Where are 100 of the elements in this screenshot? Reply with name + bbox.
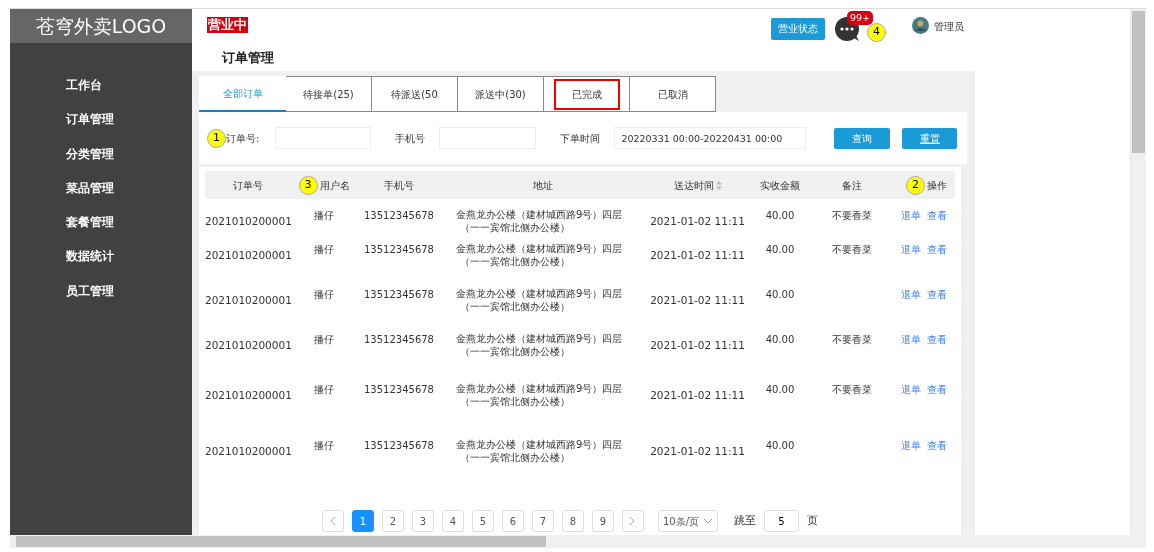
table-cell: 40.00 bbox=[765, 244, 795, 255]
horizontal-scrollbar[interactable] bbox=[10, 535, 1146, 548]
page-jump-field[interactable]: 5 bbox=[764, 510, 800, 532]
table-cell: 40.00 bbox=[765, 210, 795, 221]
refund-link[interactable]: 退单 bbox=[901, 208, 921, 223]
table-cell: 2021010200001 bbox=[205, 249, 292, 261]
prev-page-button[interactable] bbox=[321, 510, 344, 532]
table-cell: 13512345678 bbox=[364, 289, 434, 300]
table-cell: 播仔 bbox=[314, 334, 334, 345]
table-cell: 13512345678 bbox=[364, 334, 434, 345]
filter-label: 手机号 bbox=[395, 131, 426, 146]
annotation-marker: 1 bbox=[207, 128, 226, 148]
caret-icon bbox=[703, 518, 714, 524]
table-cell: 2021-01-02 11:11 bbox=[650, 339, 745, 351]
tab[interactable]: 已完成 bbox=[544, 76, 630, 112]
chevron-left-icon bbox=[329, 516, 337, 526]
column-header: 手机号 bbox=[384, 178, 414, 193]
table-cell: 播仔 bbox=[314, 289, 334, 300]
page-title: 订单管理 bbox=[222, 49, 274, 67]
table-cell: 40.00 bbox=[765, 334, 795, 345]
page-button[interactable]: 2 bbox=[381, 510, 404, 532]
view-link[interactable]: 查看 bbox=[927, 438, 947, 453]
tab[interactable]: 待接单(25) bbox=[286, 76, 372, 112]
address-cell-text: 金燕龙办公楼（建材城西路9号）四层 （一一宾馆北侧办公楼） bbox=[456, 382, 624, 408]
table-cell: 播仔 bbox=[314, 210, 334, 221]
page-button[interactable]: 3 bbox=[411, 510, 434, 532]
table-cell: 播仔 bbox=[314, 244, 334, 255]
tab[interactable]: 待派送(50 bbox=[372, 76, 458, 112]
table-cell: 播仔 bbox=[314, 440, 334, 451]
view-link[interactable]: 查看 bbox=[927, 208, 947, 223]
table-cell: 播仔 bbox=[314, 384, 334, 395]
sidebar-item[interactable]: 套餐管理 bbox=[66, 214, 114, 232]
filter-label: 订单号: bbox=[226, 131, 260, 146]
table-cell: 2021-01-02 11:11 bbox=[650, 389, 745, 401]
column-header: 订单号 bbox=[232, 178, 263, 193]
page-button[interactable]: 7 bbox=[531, 510, 554, 532]
table-cell: 2021-01-02 11:11 bbox=[650, 294, 745, 306]
column-header: 用户名 bbox=[319, 178, 350, 193]
table-cell: 2021-01-02 11:11 bbox=[650, 249, 745, 261]
view-link[interactable]: 查看 bbox=[927, 287, 947, 302]
address-cell-text: 金燕龙办公楼（建材城西路9号）四层 （一一宾馆北侧办公楼） bbox=[456, 332, 624, 358]
page-unit-label: 页 bbox=[807, 512, 819, 529]
table-cell: 13512345678 bbox=[364, 440, 434, 451]
avatar-icon[interactable] bbox=[912, 17, 929, 34]
sidebar-item[interactable]: 分类管理 bbox=[66, 145, 114, 163]
table-cell: 13512345678 bbox=[364, 384, 434, 395]
table-cell: 2021010200001 bbox=[205, 294, 292, 306]
column-header: 备注 bbox=[841, 178, 862, 193]
sort-icon[interactable] bbox=[715, 180, 722, 190]
page-button[interactable]: 6 bbox=[501, 510, 524, 532]
view-link[interactable]: 查看 bbox=[927, 382, 947, 397]
refund-link[interactable]: 退单 bbox=[901, 242, 921, 257]
view-link[interactable]: 查看 bbox=[927, 242, 947, 257]
table-cell: 13512345678 bbox=[364, 244, 434, 255]
jump-label: 跳至 bbox=[734, 512, 757, 529]
table-cell: 40.00 bbox=[765, 289, 795, 300]
status-tag: 营业中 bbox=[207, 17, 248, 33]
chevron-right-icon bbox=[629, 516, 637, 526]
page-size-select[interactable]: 10条/页 bbox=[657, 510, 719, 532]
address-cell-text: 金燕龙办公楼（建材城西路9号）四层 （一一宾馆北侧办公楼） bbox=[456, 208, 624, 234]
column-header[interactable]: 送达时间 bbox=[673, 177, 714, 193]
sidebar-item[interactable]: 工作台 bbox=[66, 77, 102, 95]
table-cell: 不要香菜 bbox=[831, 244, 872, 255]
address-cell-text: 金燕龙办公楼（建材城西路9号）四层 （一一宾馆北侧办公楼） bbox=[456, 287, 624, 313]
annotation-marker: 4 bbox=[867, 23, 886, 42]
column-header: 地址 bbox=[532, 178, 553, 193]
refund-link[interactable]: 退单 bbox=[901, 382, 921, 397]
address-cell-text: 金燕龙办公楼（建材城西路9号）四层 （一一宾馆北侧办公楼） bbox=[456, 438, 624, 464]
sidebar-item[interactable]: 数据统计 bbox=[66, 248, 114, 266]
page-button[interactable]: 8 bbox=[561, 510, 584, 532]
message-badge: 99+ bbox=[847, 11, 874, 25]
vertical-scrollbar[interactable] bbox=[1130, 9, 1146, 535]
page-button[interactable]: 9 bbox=[591, 510, 614, 532]
refund-link[interactable]: 退单 bbox=[901, 332, 921, 347]
refund-link[interactable]: 退单 bbox=[901, 287, 921, 302]
user-name[interactable]: 管理员 bbox=[934, 19, 964, 34]
page-button[interactable]: 4 bbox=[441, 510, 464, 532]
column-header: 实收金额 bbox=[760, 178, 800, 193]
table-cell: 不要香菜 bbox=[831, 210, 872, 221]
sidebar-item[interactable]: 员工管理 bbox=[66, 282, 114, 300]
view-link[interactable]: 查看 bbox=[927, 332, 947, 347]
table-cell: 40.00 bbox=[765, 384, 795, 395]
tab[interactable]: 派送中(30) bbox=[458, 76, 544, 112]
next-page-button[interactable] bbox=[621, 510, 644, 532]
table-cell: 2021-01-02 11:11 bbox=[650, 215, 745, 227]
table-cell: 不要香菜 bbox=[831, 334, 872, 345]
sidebar-item[interactable]: 菜品管理 bbox=[66, 179, 114, 197]
logo: 苍穹外卖LOGO bbox=[10, 9, 192, 43]
date-range-field[interactable]: 20220331 00:00-20220431 00:00 bbox=[614, 127, 807, 149]
table-cell: 2021010200001 bbox=[205, 445, 292, 457]
refund-link[interactable]: 退单 bbox=[901, 438, 921, 453]
tab[interactable]: 已取消 bbox=[630, 76, 716, 112]
filter-label: 下单时间 bbox=[560, 131, 601, 146]
table-cell: 13512345678 bbox=[364, 210, 434, 221]
annotation-marker: 3 bbox=[298, 175, 318, 195]
table-cell: 不要香菜 bbox=[831, 384, 872, 395]
page-button[interactable]: 5 bbox=[471, 510, 494, 532]
column-header: 操作 bbox=[927, 178, 947, 193]
sidebar-item[interactable]: 订单管理 bbox=[66, 111, 114, 129]
address-cell-text: 金燕龙办公楼（建材城西路9号）四层 （一一宾馆北侧办公楼） bbox=[456, 242, 624, 268]
